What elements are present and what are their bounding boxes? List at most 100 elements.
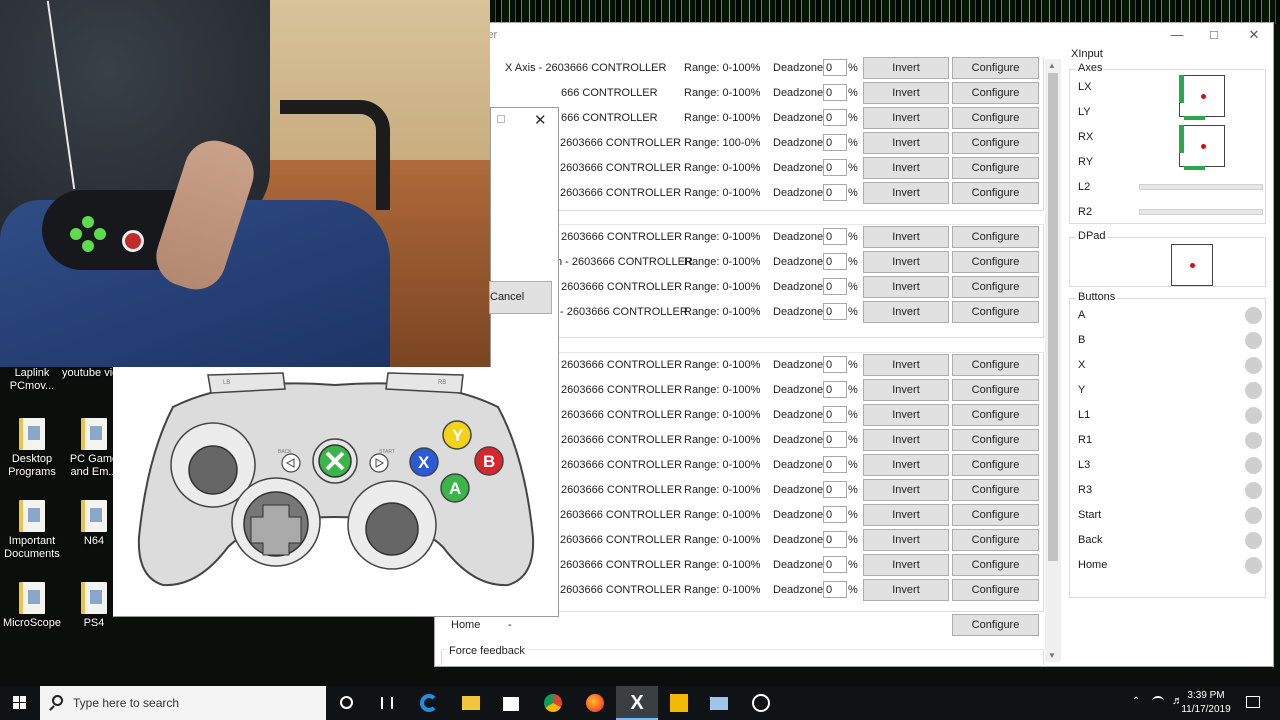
notifications-icon[interactable] [1246, 696, 1260, 708]
rockstar-icon[interactable] [658, 686, 700, 720]
configure-button[interactable]: Configure [952, 354, 1039, 376]
cortana-icon[interactable] [326, 686, 368, 720]
invert-button[interactable]: Invert [863, 132, 949, 154]
configure-button[interactable]: Configure [952, 379, 1039, 401]
configure-button[interactable]: Configure [952, 479, 1039, 501]
configure-button[interactable]: Configure [952, 429, 1039, 451]
configure-button[interactable]: Configure [952, 251, 1039, 273]
axes-scrollbar[interactable]: ▲ ▼ [1045, 59, 1061, 662]
deadzone-input[interactable] [823, 278, 847, 295]
axis-name: - 2603666 CONTROLLER [560, 306, 688, 318]
cancel-button[interactable]: Cancel [489, 281, 552, 314]
invert-button[interactable]: Invert [863, 554, 949, 576]
scrollbar-thumb[interactable] [1048, 73, 1058, 561]
deadzone-input[interactable] [823, 481, 847, 498]
invert-button[interactable]: Invert [863, 454, 949, 476]
invert-button[interactable]: Invert [863, 107, 949, 129]
deadzone-input[interactable] [823, 406, 847, 423]
invert-button[interactable]: Invert [863, 354, 949, 376]
deadzone-input[interactable] [823, 84, 847, 101]
deadzone-input[interactable] [823, 381, 847, 398]
invert-button[interactable]: Invert [863, 57, 949, 79]
task-view-icon[interactable] [366, 686, 408, 720]
invert-button[interactable]: Invert [863, 82, 949, 104]
deadzone-input[interactable] [823, 134, 847, 151]
configure-button[interactable]: Configure [952, 301, 1039, 323]
x360ce-icon[interactable]: X [616, 686, 658, 720]
remote-icon[interactable] [698, 686, 740, 720]
deadzone-input[interactable] [823, 159, 847, 176]
invert-button[interactable]: Invert [863, 301, 949, 323]
configure-button[interactable]: Configure [952, 82, 1039, 104]
configure-button[interactable]: Configure [952, 182, 1039, 204]
invert-button[interactable]: Invert [863, 479, 949, 501]
deadzone-input[interactable] [823, 456, 847, 473]
firefox-icon[interactable] [574, 686, 616, 720]
desktop-icon-important-documents[interactable]: Important Documents [0, 500, 64, 561]
invert-button[interactable]: Invert [863, 157, 949, 179]
deadzone-input[interactable] [823, 506, 847, 523]
invert-button[interactable]: Invert [863, 182, 949, 204]
deadzone-input[interactable] [823, 303, 847, 320]
configure-button[interactable]: Configure [952, 554, 1039, 576]
scroll-down-icon[interactable]: ▼ [1048, 651, 1056, 660]
start-label: START [379, 449, 395, 455]
invert-button[interactable]: Invert [863, 226, 949, 248]
axis-name: 2603666 CONTROLLER [560, 187, 682, 199]
invert-button[interactable]: Invert [863, 404, 949, 426]
deadzone-input[interactable] [823, 431, 847, 448]
dpad-indicator [1171, 244, 1213, 286]
configure-button[interactable]: Configure [952, 579, 1039, 601]
configure-button[interactable]: Configure [952, 57, 1039, 79]
dialog-close-button[interactable]: ✕ [534, 111, 547, 129]
deadzone-input[interactable] [823, 109, 847, 126]
invert-button[interactable]: Invert [863, 379, 949, 401]
configure-button[interactable]: Configure [952, 404, 1039, 426]
deadzone-input[interactable] [823, 531, 847, 548]
deadzone-input[interactable] [823, 59, 847, 76]
xinput-button-led [1245, 432, 1262, 449]
configure-button[interactable]: Configure [952, 132, 1039, 154]
taskbar-clock[interactable]: 3:39 PM 11/17/2019 [1180, 689, 1232, 717]
store-icon[interactable] [490, 686, 532, 720]
chevron-up-icon[interactable]: ⌃ [1132, 696, 1140, 707]
close-button[interactable]: ✕ [1239, 27, 1269, 43]
configure-button[interactable]: Configure [952, 157, 1039, 179]
configure-button[interactable]: Configure [952, 107, 1039, 129]
force-feedback-group [441, 649, 1044, 665]
network-icon[interactable] [1152, 696, 1164, 706]
deadzone-input[interactable] [823, 356, 847, 373]
configure-button[interactable]: Configure [952, 529, 1039, 551]
invert-button[interactable]: Invert [863, 276, 949, 298]
configure-button[interactable]: Configure [952, 276, 1039, 298]
home-configure-button[interactable]: Configure [952, 614, 1039, 636]
desktop-icon-microscope[interactable]: MicroScope [0, 582, 64, 630]
deadzone-input[interactable] [823, 581, 847, 598]
invert-button[interactable]: Invert [863, 579, 949, 601]
dialog-maximize-button[interactable] [497, 115, 505, 123]
deadzone-input[interactable] [823, 184, 847, 201]
maximize-button[interactable]: □ [1199, 27, 1229, 42]
xinput-button-label: Start [1078, 509, 1102, 521]
invert-button[interactable]: Invert [863, 251, 949, 273]
deadzone-input[interactable] [823, 228, 847, 245]
taskbar-search-box[interactable]: Type here to search [40, 686, 326, 720]
desktop-icon-desktop-programs[interactable]: Desktop Programs [0, 418, 64, 479]
scroll-up-icon[interactable]: ▲ [1048, 61, 1056, 70]
minimize-button[interactable]: — [1162, 27, 1192, 42]
deadzone-input[interactable] [823, 253, 847, 270]
steam-icon[interactable] [740, 686, 782, 720]
right-stick-dot [1201, 144, 1206, 149]
configure-button[interactable]: Configure [952, 454, 1039, 476]
configure-button[interactable]: Configure [952, 226, 1039, 248]
edge-icon[interactable] [408, 686, 450, 720]
file-explorer-icon[interactable] [450, 686, 492, 720]
deadzone-input[interactable] [823, 556, 847, 573]
configure-button[interactable]: Configure [952, 504, 1039, 526]
invert-button[interactable]: Invert [863, 529, 949, 551]
start-button[interactable] [0, 686, 40, 720]
chrome-icon[interactable] [532, 686, 574, 720]
invert-button[interactable]: Invert [863, 504, 949, 526]
invert-button[interactable]: Invert [863, 429, 949, 451]
percent-label: % [848, 409, 858, 421]
